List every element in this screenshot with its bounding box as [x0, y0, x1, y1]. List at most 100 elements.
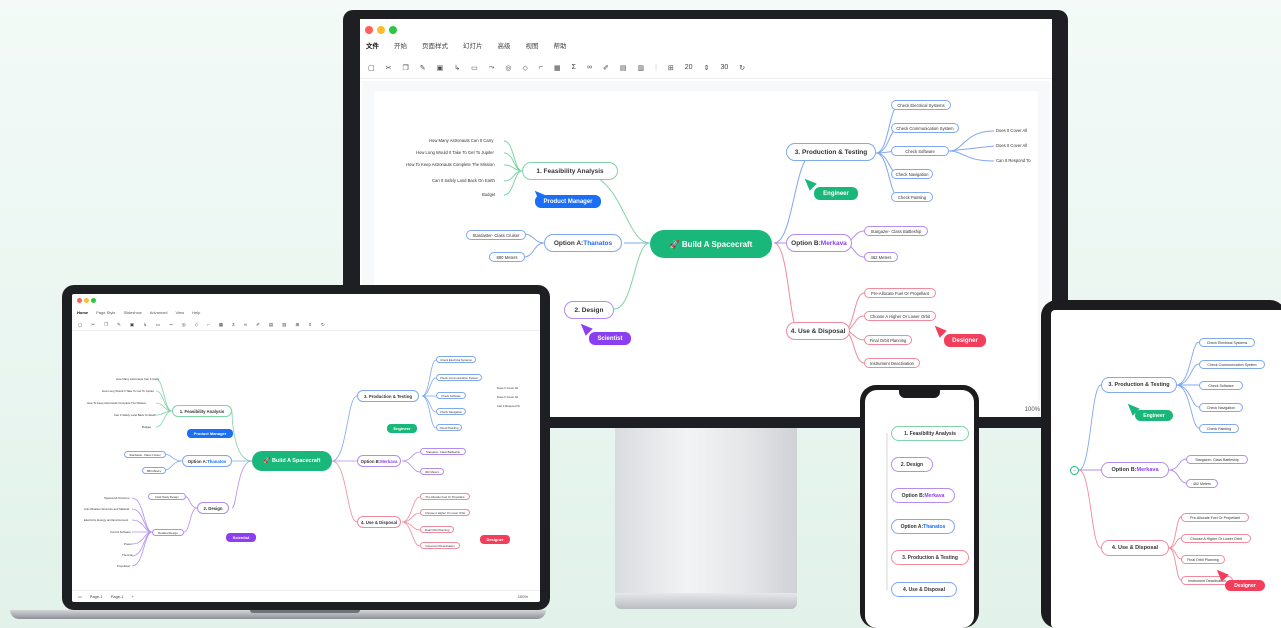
tablet-leaf-option-b-1[interactable]: Stargazer- Class Battleship: [1186, 455, 1248, 464]
branch-use[interactable]: 4. Use & Disposal: [786, 322, 850, 340]
leaf-production-4[interactable]: Check Navigation: [891, 169, 933, 179]
relationship-icon[interactable]: ⤳: [489, 64, 495, 72]
laptop-leaf-use-4[interactable]: Instrument Deactivation: [420, 542, 460, 549]
leaf-feasibility-4[interactable]: Can It Safely Land Back On Earth: [432, 178, 495, 183]
clipboard-icon[interactable]: ▢: [368, 64, 375, 72]
tablet-leaf-use-3[interactable]: Final Orbit Planning: [1181, 555, 1225, 564]
maximize-window-icon[interactable]: [389, 26, 397, 34]
laptop-design-sub-7[interactable]: Propulsion: [117, 564, 130, 568]
phone-item-feasibility[interactable]: 1. Feasibility Analysis: [891, 426, 969, 441]
leaf-software-3[interactable]: Can It Respond To: [996, 158, 1031, 163]
leaf-feasibility-2[interactable]: How Long Would It Take To Get To Jupiter: [416, 150, 494, 155]
tablet-leaf-use-2[interactable]: Choose A Higher Or Lower Orbit: [1181, 534, 1251, 543]
phone-item-option-b[interactable]: Option B: Merkava: [891, 488, 955, 503]
tablet-branch-option-b[interactable]: Option B: Merkava: [1101, 462, 1169, 478]
tablet-leaf-production-5[interactable]: Check Painting: [1199, 424, 1239, 433]
laptop-leaf-feasibility-3[interactable]: How To Keep Astronauts Complete The Miss…: [87, 401, 146, 405]
width-value[interactable]: 20: [685, 64, 693, 71]
laptop-design-sub-1[interactable]: Spacecraft Structure: [104, 496, 130, 500]
leaf-option-a-1[interactable]: Stardaster- Class Cruiser: [466, 230, 526, 240]
menu-help[interactable]: 帮助: [554, 40, 567, 50]
laptop-branch-option-b[interactable]: Option B: Merkava: [357, 455, 401, 467]
image-icon[interactable]: ▦: [554, 64, 561, 72]
tablet-leaf-production-4[interactable]: Check Navigation: [1199, 403, 1243, 412]
laptop-design-sub-6[interactable]: Thermal: [122, 553, 132, 557]
laptop-leaf-feasibility-5[interactable]: Budget: [142, 425, 151, 429]
link-icon[interactable]: ∞: [587, 64, 592, 71]
tablet-leaf-production-1[interactable]: Check Electrical Systems: [1199, 338, 1255, 347]
laptop-design-sub-4[interactable]: Control Software: [110, 530, 131, 534]
topic-icon[interactable]: ▣: [437, 64, 444, 72]
minimize-window-icon[interactable]: [377, 26, 385, 34]
laptop-leaf-design-1[interactable]: Field Study Design: [148, 493, 186, 500]
menu-view[interactable]: 视图: [526, 40, 539, 50]
tablet-branch-use[interactable]: 4. Use & Disposal: [1101, 540, 1169, 556]
leaf-option-a-2[interactable]: 880 Meters: [489, 252, 525, 262]
laptop-branch-option-a[interactable]: Option A: Thanatos: [182, 455, 232, 467]
tablet-leaf-option-b-2[interactable]: 462 Meters: [1186, 479, 1218, 488]
leaf-software-2[interactable]: Does It Cover All: [996, 143, 1027, 148]
laptop-branch-use[interactable]: 4. Use & Disposal: [357, 516, 401, 528]
laptop-leaf-option-b-1[interactable]: Stargazer- Class Battleship: [420, 448, 466, 455]
cut-icon[interactable]: ✂: [386, 64, 392, 72]
leaf-production-5[interactable]: Check Painting: [891, 192, 933, 202]
branch-option-a[interactable]: Option A: Thanatos: [544, 234, 622, 252]
leaf-feasibility-3[interactable]: How To Keep Astronauts Complete The Miss…: [406, 162, 495, 167]
leaf-production-1[interactable]: Check Electrical Systems: [891, 100, 951, 110]
menu-advanced[interactable]: 高级: [498, 40, 511, 50]
laptop-leaf-feasibility-4[interactable]: Can It Safely Land Back On Earth: [114, 413, 156, 417]
branch-feasibility[interactable]: 1. Feasibility Analysis: [522, 162, 618, 180]
width-icon[interactable]: ⊞: [668, 64, 674, 72]
laptop-branch-production[interactable]: 3. Production & Testing: [357, 390, 419, 402]
leaf-option-b-2[interactable]: 462 Meters: [864, 252, 898, 262]
laptop-leaf-production-4[interactable]: Check Navigation: [436, 408, 466, 415]
leaf-use-3[interactable]: Final Orbit Planning: [864, 335, 912, 345]
phone-item-use[interactable]: 4. Use & Disposal: [891, 582, 957, 597]
tablet-leaf-use-1[interactable]: Pre-Allocate Fuel Or Propellant: [1181, 513, 1249, 522]
laptop-leaf-production-3[interactable]: Check Software: [436, 392, 466, 399]
laptop-software-2[interactable]: Does It Cover All: [497, 395, 518, 399]
laptop-leaf-use-2[interactable]: Choose A Higher Or Lower Orbit: [420, 509, 470, 516]
leaf-feasibility-5[interactable]: Budget: [482, 192, 495, 197]
leaf-use-1[interactable]: Pre-Allocate Fuel Or Propellant: [864, 288, 936, 298]
pen-icon[interactable]: ✐: [603, 64, 609, 72]
laptop-leaf-option-a-2[interactable]: 880 Meters: [142, 467, 166, 474]
laptop-page-tab[interactable]: Page-1: [90, 594, 103, 599]
laptop-leaf-feasibility-2[interactable]: How Long Would It Take To Get To Jupiter: [102, 389, 154, 393]
laptop-leaf-use-3[interactable]: Final Orbit Planning: [420, 526, 454, 533]
laptop-leaf-feasibility-1[interactable]: How Many Astronauts Can It Carry: [116, 377, 159, 381]
formula-icon[interactable]: Σ: [572, 64, 576, 71]
laptop-page-tab-2[interactable]: Page-1: [111, 594, 124, 599]
tag-icon[interactable]: ◇: [523, 64, 528, 72]
redo-icon[interactable]: ↻: [739, 64, 745, 72]
laptop-design-sub-5[interactable]: Power: [124, 542, 132, 546]
spacing-icon[interactable]: ⇕: [704, 64, 710, 72]
comment-icon[interactable]: ◎: [505, 64, 511, 72]
laptop-branch-feasibility[interactable]: 1. Feasibility Analysis: [172, 405, 232, 417]
format-brush-icon[interactable]: ✎: [420, 64, 426, 72]
summary-icon[interactable]: ⌐: [539, 64, 543, 71]
laptop-leaf-production-1[interactable]: Check Electrical Systems: [436, 356, 476, 363]
phone-item-option-a[interactable]: Option A: Thanatos: [891, 519, 955, 534]
laptop-leaf-production-5[interactable]: Check Painting: [436, 424, 462, 431]
leaf-production-3[interactable]: Check Software: [891, 146, 949, 156]
menu-slideshow[interactable]: 幻灯片: [463, 40, 483, 50]
leaf-production-2[interactable]: Check Communication System: [891, 123, 959, 133]
tablet-branch-production[interactable]: 3. Production & Testing: [1101, 377, 1177, 393]
laptop-leaf-use-1[interactable]: Pre-Allocate Fuel Or Propellant: [420, 493, 470, 500]
tablet-leaf-production-3[interactable]: Check Software: [1199, 381, 1243, 390]
laptop-leaf-option-b-2[interactable]: 462 Meters: [420, 468, 444, 475]
laptop-branch-design[interactable]: 2. Design: [197, 502, 229, 514]
tablet-leaf-production-2[interactable]: Check Communication System: [1199, 360, 1265, 369]
spacing-value[interactable]: 30: [720, 64, 728, 71]
floating-topic-icon[interactable]: ▭: [471, 64, 478, 72]
laptop-software-1[interactable]: Does It Cover All: [497, 386, 518, 390]
branch-design[interactable]: 2. Design: [564, 301, 614, 319]
phone-item-design[interactable]: 2. Design: [891, 457, 933, 472]
close-window-icon[interactable]: [365, 26, 373, 34]
laptop-design-sub-3[interactable]: Electricity, Energy and Environment: [84, 518, 128, 522]
subtopic-icon[interactable]: ↳: [454, 64, 460, 72]
leaf-use-4[interactable]: Instrument Deactivation: [864, 358, 920, 368]
laptop-leaf-design-2[interactable]: Detailed Design: [152, 529, 184, 536]
leaf-software-1[interactable]: Does It Cover All: [996, 128, 1027, 133]
